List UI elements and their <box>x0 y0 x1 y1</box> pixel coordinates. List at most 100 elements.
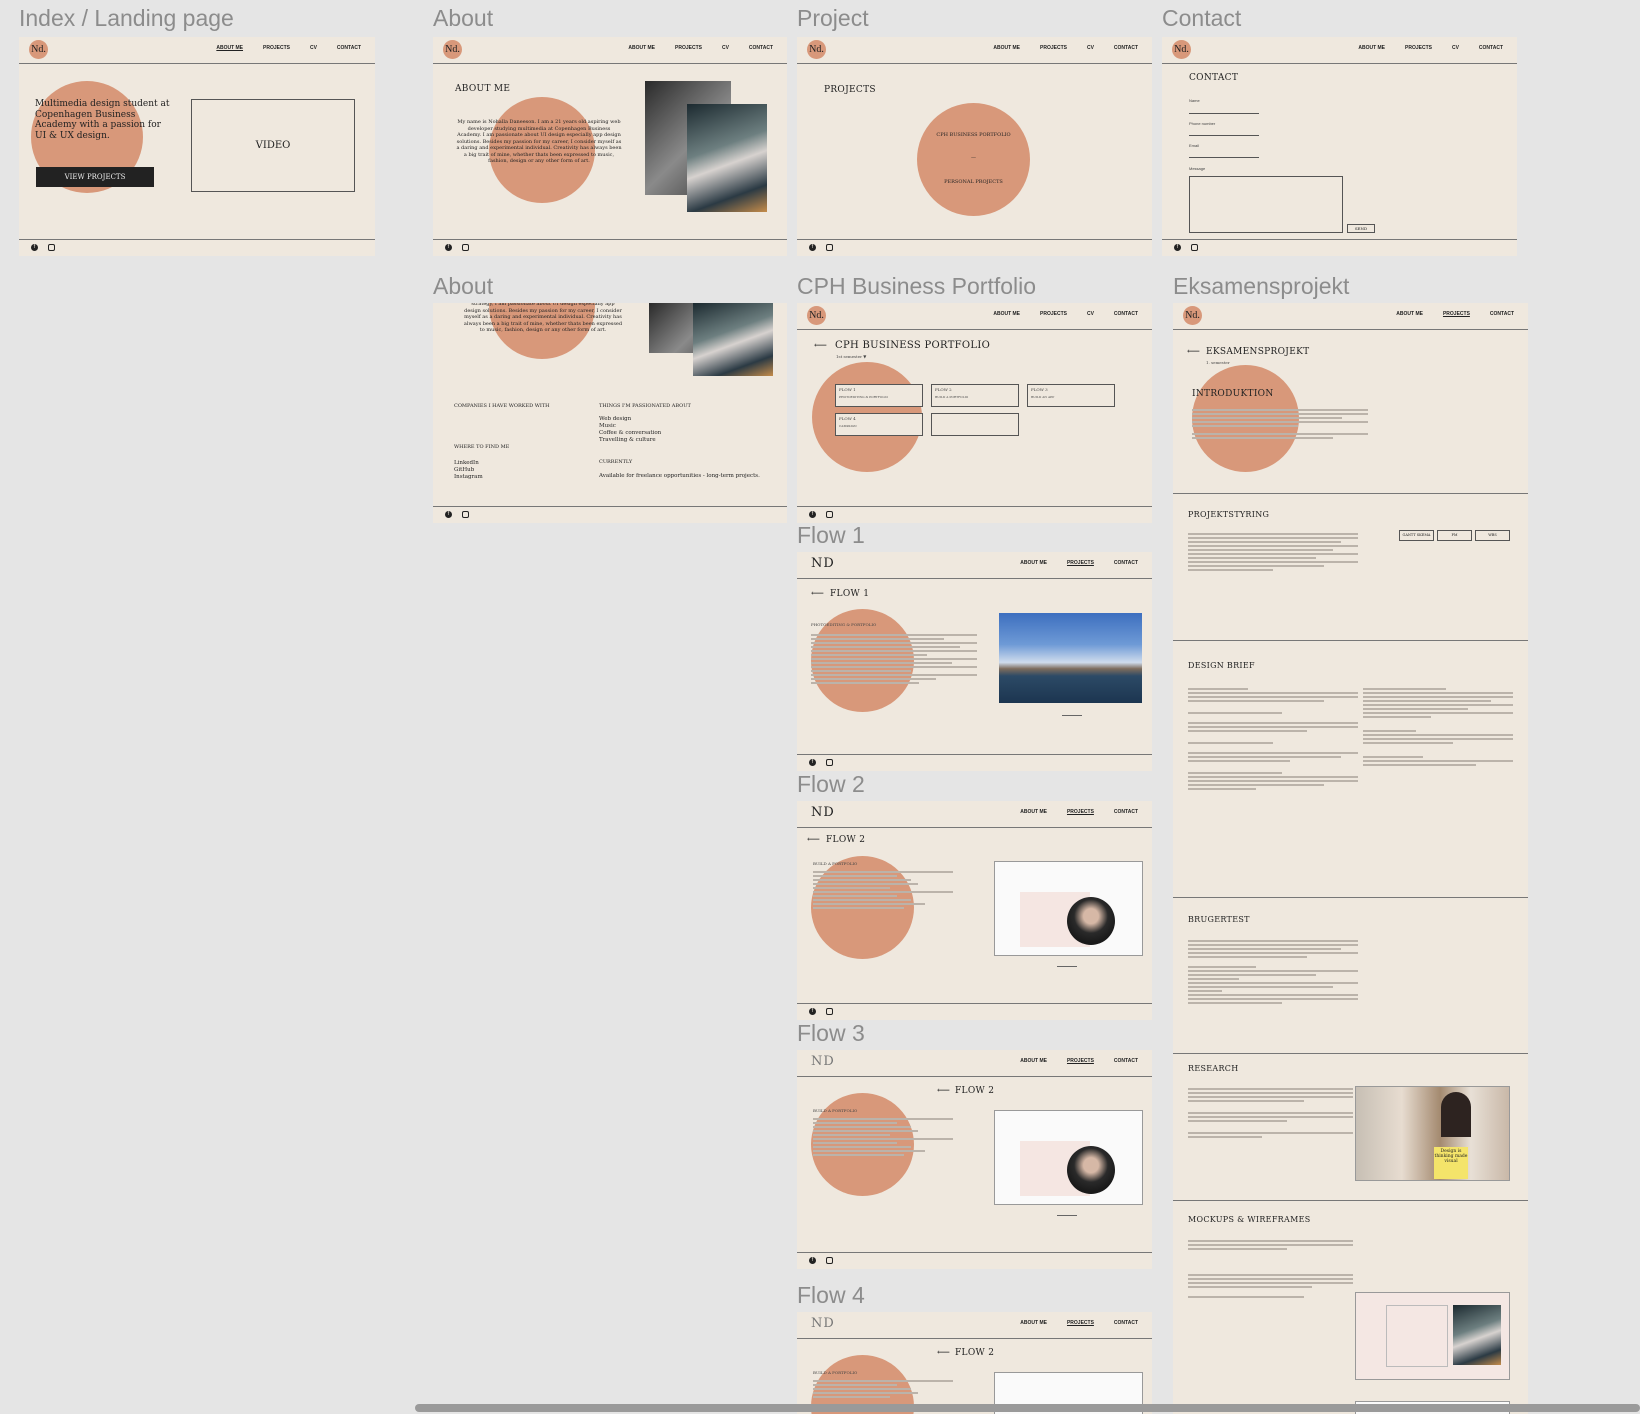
github-link[interactable]: GitHub <box>454 467 483 474</box>
frame-project[interactable]: Nd. ABOUT ME PROJECTS CV CONTACT PROJECT… <box>797 37 1152 256</box>
nav-about[interactable]: ABOUT ME <box>1020 560 1047 566</box>
nav-contact[interactable]: CONTACT <box>1114 560 1138 566</box>
frame-label-about-2[interactable]: About <box>433 273 493 300</box>
nav-contact[interactable]: CONTACT <box>1114 45 1138 51</box>
frame-label-flow-1[interactable]: Flow 1 <box>797 522 865 549</box>
nav-cv[interactable]: CV <box>722 45 729 51</box>
nav-projects[interactable]: PROJECTS <box>675 45 702 51</box>
nav-projects[interactable]: PROJECTS <box>1443 311 1470 317</box>
nav-about[interactable]: ABOUT ME <box>1020 809 1047 815</box>
project-link-personal[interactable]: PERSONAL PROJECTS <box>917 179 1030 186</box>
nav-contact[interactable]: CONTACT <box>1114 809 1138 815</box>
nav-cv[interactable]: CV <box>1452 45 1459 51</box>
frame-label-project[interactable]: Project <box>797 5 869 32</box>
linkedin-link[interactable]: LinkedIn <box>454 460 483 467</box>
frame-flow-1[interactable]: ND ABOUT ME PROJECTS CONTACT ⟵ FLOW 1 PH… <box>797 552 1152 771</box>
logo[interactable]: ND <box>811 805 835 820</box>
logo[interactable]: Nd. <box>1183 306 1202 325</box>
frame-label-cph[interactable]: CPH Business Portfolio <box>797 273 1036 300</box>
instagram-icon[interactable] <box>1191 244 1198 251</box>
nav-contact[interactable]: CONTACT <box>749 45 773 51</box>
logo[interactable]: Nd. <box>29 40 48 59</box>
nav-projects[interactable]: PROJECTS <box>1067 1320 1094 1326</box>
logo[interactable]: Nd. <box>807 306 826 325</box>
name-field[interactable] <box>1189 111 1259 114</box>
frame-index[interactable]: Nd. ABOUT ME PROJECTS CV CONTACT Multime… <box>19 37 375 256</box>
nav-projects[interactable]: PROJECTS <box>1067 560 1094 566</box>
carousel-indicator[interactable] <box>1062 715 1082 716</box>
frame-flow-4[interactable]: ND ABOUT ME PROJECTS CONTACT ⟵ FLOW 2 BU… <box>797 1312 1152 1414</box>
phone-field[interactable] <box>1189 133 1259 136</box>
logo[interactable]: Nd. <box>443 40 462 59</box>
frame-flow-2[interactable]: ND ABOUT ME PROJECTS CONTACT ⟵ FLOW 2 BU… <box>797 801 1152 1020</box>
back-arrow-icon[interactable]: ⟵ <box>937 1086 950 1096</box>
logo[interactable]: Nd. <box>1172 40 1191 59</box>
instagram-icon[interactable] <box>462 244 469 251</box>
logo[interactable]: ND <box>811 1054 835 1069</box>
nav-projects[interactable]: PROJECTS <box>263 45 290 51</box>
frame-label-about[interactable]: About <box>433 5 493 32</box>
video-placeholder[interactable]: VIDEO <box>191 99 355 192</box>
instagram-icon[interactable] <box>48 244 55 251</box>
nav-cv[interactable]: CV <box>310 45 317 51</box>
nav-contact[interactable]: CONTACT <box>1479 45 1503 51</box>
nav-cv[interactable]: CV <box>1087 311 1094 317</box>
facebook-icon[interactable]: f <box>809 511 816 518</box>
frame-label-flow-4[interactable]: Flow 4 <box>797 1282 865 1309</box>
logo[interactable]: ND <box>811 1316 835 1331</box>
nav-projects[interactable]: PROJECTS <box>1067 809 1094 815</box>
frame-eksamensprojekt[interactable]: Nd. ABOUT ME PROJECTS CONTACT ⟵ EKSAMENS… <box>1173 303 1528 1414</box>
nav-cv[interactable]: CV <box>1087 45 1094 51</box>
frame-cph-portfolio[interactable]: Nd. ABOUT ME PROJECTS CV CONTACT ⟵ CPH B… <box>797 303 1152 523</box>
message-textarea[interactable] <box>1189 176 1343 233</box>
facebook-icon[interactable]: f <box>809 759 816 766</box>
facebook-icon[interactable]: f <box>809 1257 816 1264</box>
flow-card-3[interactable]: FLOW 3 BUILD AN APP <box>1027 384 1115 407</box>
back-arrow-icon[interactable]: ⟵ <box>811 589 824 599</box>
instagram-icon[interactable] <box>826 1257 833 1264</box>
flow-card-1[interactable]: FLOW 1 PHOTOEDITING & PORTFOLIO <box>835 384 923 407</box>
instagram-icon[interactable] <box>826 759 833 766</box>
nav-contact[interactable]: CONTACT <box>337 45 361 51</box>
instagram-icon[interactable] <box>462 511 469 518</box>
nav-about[interactable]: ABOUT ME <box>1358 45 1385 51</box>
facebook-icon[interactable]: f <box>1174 244 1181 251</box>
nav-contact[interactable]: CONTACT <box>1114 1058 1138 1064</box>
wbs-button[interactable]: WBS <box>1475 530 1510 541</box>
back-arrow-icon[interactable]: ⟵ <box>814 341 827 351</box>
nav-projects[interactable]: PROJECTS <box>1040 311 1067 317</box>
flow-card-empty[interactable] <box>931 413 1019 436</box>
frame-label-flow-2[interactable]: Flow 2 <box>797 771 865 798</box>
nav-about[interactable]: ABOUT ME <box>993 311 1020 317</box>
carousel-indicator[interactable] <box>1057 1215 1077 1216</box>
logo[interactable]: ND <box>811 556 835 571</box>
horizontal-scrollbar[interactable] <box>415 1404 1640 1412</box>
back-arrow-icon[interactable]: ⟵ <box>937 1348 950 1358</box>
flow-card-4[interactable]: FLOW 4 CAMPAIGN <box>835 413 923 436</box>
nav-about[interactable]: ABOUT ME <box>1396 311 1423 317</box>
frame-label-index[interactable]: Index / Landing page <box>19 5 234 32</box>
facebook-icon[interactable]: f <box>31 244 38 251</box>
frame-about-scrolled[interactable]: strategy, I am passionate about UI desig… <box>433 303 787 523</box>
instagram-icon[interactable] <box>826 511 833 518</box>
frame-label-flow-3[interactable]: Flow 3 <box>797 1020 865 1047</box>
facebook-icon[interactable]: f <box>809 244 816 251</box>
nav-contact[interactable]: CONTACT <box>1114 1320 1138 1326</box>
frame-contact[interactable]: Nd. ABOUT ME PROJECTS CV CONTACT CONTACT… <box>1162 37 1517 256</box>
nav-projects[interactable]: PROJECTS <box>1040 45 1067 51</box>
instagram-link[interactable]: Instagram <box>454 474 483 481</box>
back-arrow-icon[interactable]: ⟵ <box>807 835 820 845</box>
facebook-icon[interactable]: f <box>809 1008 816 1015</box>
gantt-button[interactable]: GANTT SKEMA <box>1399 530 1434 541</box>
nav-about[interactable]: ABOUT ME <box>993 45 1020 51</box>
frame-about[interactable]: Nd. ABOUT ME PROJECTS CV CONTACT ABOUT M… <box>433 37 787 256</box>
flow-card-2[interactable]: FLOW 2 BUILD A PORTFOLIO <box>931 384 1019 407</box>
frame-flow-3[interactable]: ND ABOUT ME PROJECTS CONTACT ⟵ FLOW 2 BU… <box>797 1050 1152 1269</box>
nav-about[interactable]: ABOUT ME <box>1020 1058 1047 1064</box>
frame-label-eksamensprojekt[interactable]: Eksamensprojekt <box>1173 273 1349 300</box>
facebook-icon[interactable]: f <box>445 511 452 518</box>
back-arrow-icon[interactable]: ⟵ <box>1187 347 1200 357</box>
nav-about[interactable]: ABOUT ME <box>216 45 243 51</box>
email-field[interactable] <box>1189 155 1259 158</box>
frame-label-contact[interactable]: Contact <box>1162 5 1241 32</box>
